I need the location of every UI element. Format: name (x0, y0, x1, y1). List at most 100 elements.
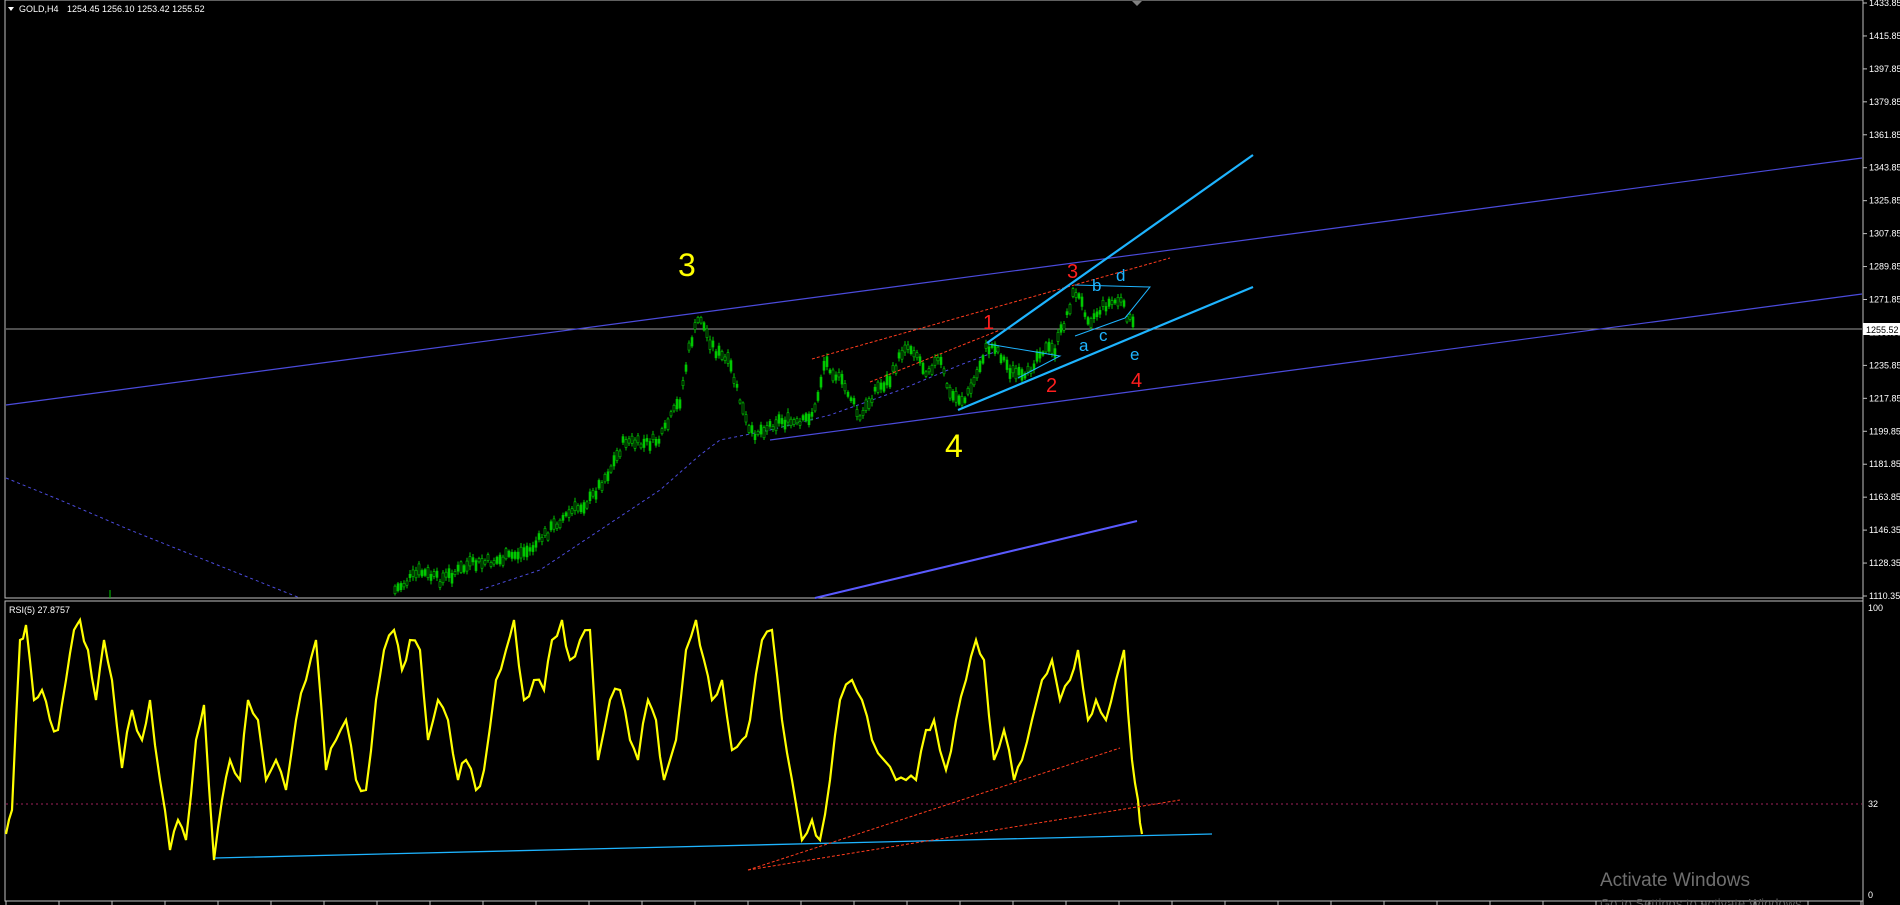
candle-body (570, 508, 574, 514)
candle-body (438, 581, 442, 588)
candle-body (657, 438, 661, 444)
candle-body (957, 395, 961, 405)
candle-body (774, 419, 778, 432)
candle-body (402, 582, 406, 588)
price-axis-label: 1397.85 (1869, 64, 1900, 74)
candle-body (885, 374, 889, 386)
candle-body (954, 391, 958, 403)
candle-body (612, 455, 616, 467)
candle-body (882, 382, 886, 392)
candle-body (714, 351, 718, 359)
candle-body (1110, 300, 1114, 306)
candle-body (879, 382, 883, 390)
candle-body (498, 554, 502, 565)
candle-body (465, 560, 469, 572)
candle-body (447, 568, 451, 579)
candle-body (786, 412, 790, 423)
candle-body (1092, 313, 1096, 319)
ohlc-readout: 1254.45 1256.10 1253.42 1255.52 (67, 4, 205, 14)
candle-body (900, 349, 904, 360)
candle-body (483, 560, 487, 565)
candle-body (648, 441, 652, 451)
candle-body (660, 428, 664, 434)
candle-body (831, 369, 835, 382)
candle-body (600, 482, 604, 491)
candle-body (444, 571, 448, 578)
candle-body (816, 391, 820, 401)
candle-body (1074, 292, 1078, 298)
candle-body (633, 439, 637, 449)
candle-body (771, 426, 775, 430)
candle-body (459, 561, 463, 573)
candle-body (591, 490, 595, 497)
candle-body (768, 421, 772, 427)
candle-body (966, 388, 970, 395)
rsi-axis-100: 100 (1868, 603, 1883, 613)
candle-body (504, 548, 508, 560)
candle-body (789, 418, 793, 427)
candle-body (996, 346, 1000, 353)
candle-body (1068, 304, 1072, 315)
candle-body (840, 374, 844, 385)
candle-body (897, 352, 901, 359)
wave-label-yellow-3: 3 (678, 247, 696, 283)
candle-body (747, 425, 751, 433)
candle-body (534, 540, 538, 548)
candle-body (1071, 288, 1075, 297)
candle-body (495, 556, 499, 564)
candle-body (588, 491, 592, 502)
candle-body (765, 425, 769, 432)
candle-body (435, 570, 439, 578)
candle-body (1095, 311, 1099, 318)
candle-body (417, 563, 421, 576)
candle-body (486, 554, 490, 561)
candle-body (699, 317, 703, 324)
candle-body (744, 414, 748, 423)
candle-body (876, 381, 880, 393)
candle-body (555, 523, 559, 529)
candle-body (1104, 306, 1108, 312)
candle-body (429, 574, 433, 581)
candle-body (978, 360, 982, 372)
wave-label-red-3: 3 (1067, 261, 1078, 283)
candle-body (1020, 369, 1024, 381)
candle-body (573, 501, 577, 511)
candle-body (843, 383, 847, 392)
candle-body (624, 439, 628, 448)
candle-body (669, 411, 673, 417)
candle-body (1131, 316, 1135, 328)
price-axis-label: 1163.85 (1869, 492, 1900, 502)
candle-body (792, 419, 796, 425)
candle-body (975, 369, 979, 379)
candle-body (597, 480, 601, 489)
candle-body (396, 583, 400, 592)
price-panel[interactable] (4, 0, 1864, 599)
candle-body (1122, 300, 1126, 307)
candle-body (615, 450, 619, 461)
candle-body (489, 562, 493, 567)
candle-body (564, 512, 568, 517)
price-axis-label: 1128.35 (1869, 558, 1900, 568)
wave-label-cyan-c: c (1099, 326, 1108, 345)
candle-body (609, 465, 613, 473)
candle-body (603, 473, 607, 483)
candle-body (1062, 323, 1066, 331)
candle-body (1107, 298, 1111, 307)
price-axis-label: 1433.85 (1869, 0, 1900, 8)
candle-body (759, 424, 763, 435)
candle-body (1080, 296, 1084, 307)
candle-body (888, 376, 892, 388)
candle-body (1089, 318, 1093, 328)
candle-body (549, 521, 553, 531)
candle-body (852, 398, 856, 405)
candle-body (795, 418, 799, 424)
candle-body (813, 403, 817, 412)
candle-body (1011, 365, 1015, 374)
candle-body (492, 560, 496, 565)
rsi-axis-0: 0 (1868, 890, 1873, 900)
chart-window[interactable]: GOLD,H4 1254.45 1256.10 1253.42 1255.52 … (0, 0, 1900, 905)
candle-body (654, 439, 658, 446)
candle-body (1008, 368, 1012, 379)
rsi-axis-32: 32 (1868, 799, 1878, 809)
candle-body (1026, 365, 1030, 373)
